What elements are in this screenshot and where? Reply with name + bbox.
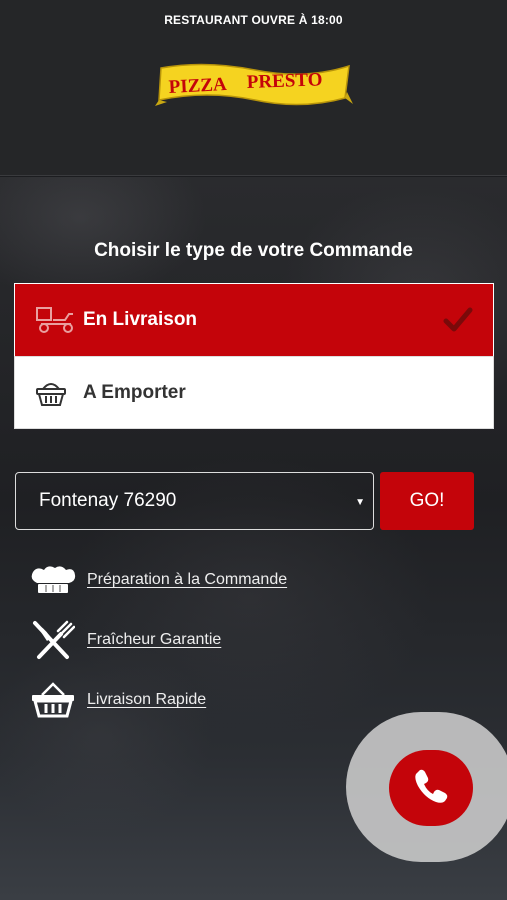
pizza-presto-logo[interactable]: PIZZA PRESTO — [155, 58, 353, 110]
option-takeaway-label: A Emporter — [83, 381, 186, 403]
feature-link-delivery[interactable]: Livraison Rapide — [87, 691, 206, 709]
fork-knife-icon — [28, 620, 78, 660]
feature-item: Préparation à la Commande — [28, 560, 287, 600]
option-delivery[interactable]: En Livraison — [14, 283, 494, 356]
basket-icon — [28, 680, 78, 720]
order-type-title: Choisir le type de votre Commande — [94, 240, 413, 261]
option-takeaway[interactable]: A Emporter — [14, 356, 494, 429]
option-delivery-label: En Livraison — [83, 309, 198, 330]
call-button[interactable] — [389, 750, 473, 826]
chef-hat-icon — [28, 560, 78, 600]
checkmark-icon — [443, 306, 473, 334]
opening-status: RESTAURANT OUVRE À 18:00 — [164, 13, 343, 27]
location-select[interactable]: Fontenay 76290 ▼ — [15, 472, 374, 530]
feature-item: Livraison Rapide — [28, 680, 206, 720]
app-header: RESTAURANT OUVRE À 18:00 PIZZA PRESTO — [0, 0, 507, 176]
caret-down-icon: ▼ — [355, 497, 365, 508]
basket-icon — [35, 378, 79, 408]
feature-link-freshness[interactable]: Fraîcheur Garantie — [87, 631, 221, 649]
go-button[interactable]: GO! — [380, 472, 474, 530]
phone-icon — [411, 766, 451, 811]
feature-link-preparation[interactable]: Préparation à la Commande — [87, 571, 287, 589]
delivery-scooter-icon — [35, 305, 79, 335]
location-select-value: Fontenay 76290 — [39, 490, 177, 511]
logo-word-presto: PRESTO — [246, 69, 322, 93]
logo-word-pizza: PIZZA — [168, 74, 227, 98]
feature-item: Fraîcheur Garantie — [28, 620, 221, 660]
